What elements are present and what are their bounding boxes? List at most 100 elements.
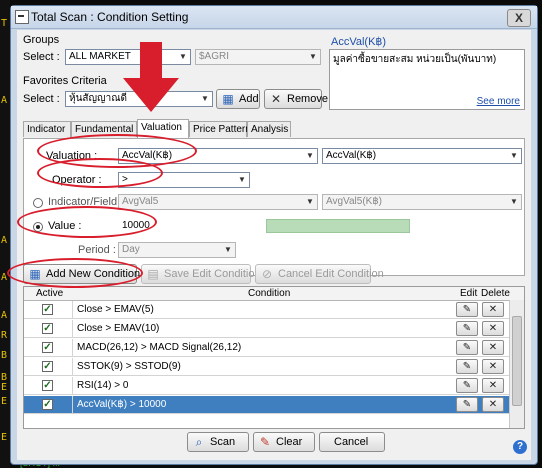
- market-select-value: ALL MARKET: [69, 51, 131, 62]
- indicator-field-value: AvgVal5: [122, 196, 159, 207]
- delete-x-icon[interactable]: ✕: [482, 397, 504, 412]
- chevron-down-icon: ▼: [306, 197, 314, 206]
- window-title: Total Scan : Condition Setting: [31, 10, 189, 24]
- condition-setting-window: Total Scan : Condition Setting X Groups …: [7, 5, 538, 465]
- conditions-grid: Active Condition Edit Delete ✓ Close > EM…: [23, 286, 525, 429]
- active-checkbox[interactable]: ✓: [42, 380, 53, 391]
- edit-pencil-icon[interactable]: ✎: [456, 359, 478, 374]
- background-letter: T: [1, 18, 8, 29]
- grid-header: Active Condition Edit Delete: [24, 287, 524, 301]
- operator-label: Operator :: [52, 174, 102, 186]
- add-favorite-button[interactable]: ▦ Add: [216, 89, 260, 109]
- app-icon: [15, 10, 29, 24]
- close-button[interactable]: X: [507, 9, 531, 27]
- background-letter: B: [1, 350, 8, 361]
- cancel-edit-condition-button[interactable]: ⊘ Cancel Edit Condition: [255, 264, 384, 284]
- edit-pencil-icon[interactable]: ✎: [456, 302, 478, 317]
- table-row[interactable]: ✓ MACD(26,12) > MACD Signal(26,12) ✎ ✕: [24, 339, 510, 357]
- active-checkbox[interactable]: ✓: [42, 342, 53, 353]
- info-panel: มูลค่าซื้อขายสะสม หน่วยเป็น(พันบาท) See …: [329, 49, 525, 110]
- cancel-icon: ⊘: [261, 267, 273, 281]
- tab-valuation[interactable]: Valuation: [137, 119, 189, 138]
- save-edit-condition-button[interactable]: ▤ Save Edit Condition: [141, 264, 261, 284]
- active-checkbox[interactable]: ✓: [42, 323, 53, 334]
- header-condition: Condition: [248, 288, 291, 299]
- cell-divider: [72, 320, 73, 338]
- groups-select-label: Select :: [23, 51, 60, 63]
- valuation-compare-select[interactable]: AccVal(K฿) ▼: [322, 148, 522, 164]
- delete-x-icon[interactable]: ✕: [482, 378, 504, 393]
- edit-pencil-icon[interactable]: ✎: [456, 397, 478, 412]
- chevron-down-icon: ▼: [510, 151, 518, 160]
- period-select-value: Day: [122, 244, 140, 255]
- background-letter: A: [1, 272, 8, 283]
- condition-text: AccVal(K฿) > 10000: [77, 399, 167, 410]
- edit-pencil-icon[interactable]: ✎: [456, 378, 478, 393]
- background-letter: A: [1, 310, 8, 321]
- indicator-compare-value: AvgVal5(K฿): [326, 196, 383, 207]
- tab-analysis[interactable]: Analysis: [247, 121, 291, 137]
- remove-favorite-button[interactable]: ✕ Remove: [264, 89, 328, 109]
- delete-x-icon[interactable]: ✕: [482, 321, 504, 336]
- condition-text: Close > EMAV(5): [77, 304, 154, 315]
- cancel-label: Cancel: [334, 436, 369, 448]
- active-checkbox[interactable]: ✓: [42, 304, 53, 315]
- delete-x-icon[interactable]: ✕: [482, 302, 504, 317]
- valuation-label: Valuation :: [46, 150, 98, 162]
- indicator-compare-select[interactable]: AvgVal5(K฿) ▼: [322, 194, 522, 210]
- operator-select[interactable]: > ▼: [118, 172, 250, 188]
- condition-text: SSTOK(9) > SSTOD(9): [77, 361, 181, 372]
- table-row[interactable]: ✓ SSTOK(9) > SSTOD(9) ✎ ✕: [24, 358, 510, 376]
- valuation-select[interactable]: AccVal(K฿) ▼: [118, 148, 318, 164]
- clear-button[interactable]: ✎ Clear: [253, 432, 315, 452]
- chevron-down-icon: ▼: [306, 151, 314, 160]
- condition-text: MACD(26,12) > MACD Signal(26,12): [77, 342, 242, 353]
- delete-x-icon[interactable]: ✕: [482, 359, 504, 374]
- add-new-condition-button[interactable]: ▦ Add New Condition: [23, 264, 141, 284]
- tab-fundamental[interactable]: Fundamental: [71, 121, 137, 137]
- edit-pencil-icon[interactable]: ✎: [456, 340, 478, 355]
- tab-indicator[interactable]: Indicator: [23, 121, 71, 137]
- add-condition-icon: ▦: [29, 267, 41, 281]
- indicator-field-radio[interactable]: [33, 198, 43, 208]
- background-letter: E: [1, 396, 8, 407]
- value-radio[interactable]: [33, 222, 43, 232]
- sub-group-select[interactable]: $AGRI ▼: [195, 49, 321, 65]
- remove-icon: ✕: [270, 92, 282, 106]
- value-label: Value :: [48, 220, 82, 232]
- chevron-down-icon: ▼: [224, 245, 232, 254]
- add-favorite-label: Add: [239, 93, 259, 105]
- scrollbar-thumb[interactable]: [512, 316, 522, 406]
- header-edit: Edit: [460, 288, 478, 299]
- table-row[interactable]: ✓ RSI(14) > 0 ✎ ✕: [24, 377, 510, 395]
- table-row[interactable]: ✓ Close > EMAV(5) ✎ ✕: [24, 301, 510, 319]
- see-more-link[interactable]: See more: [477, 96, 520, 107]
- indicator-field-select[interactable]: AvgVal5 ▼: [118, 194, 318, 210]
- period-select[interactable]: Day ▼: [118, 242, 236, 258]
- grid-scrollbar[interactable]: [509, 300, 524, 428]
- cancel-button[interactable]: Cancel: [319, 432, 385, 452]
- valuation-compare-value: AccVal(K฿): [326, 150, 377, 161]
- scan-button[interactable]: ⌕ Scan: [187, 432, 249, 452]
- tab-price-pattern[interactable]: Price Pattern: [189, 121, 251, 137]
- save-icon: ▤: [147, 267, 159, 281]
- valuation-panel: Valuation : AccVal(K฿) ▼ AccVal(K฿) ▼ Op…: [23, 138, 525, 276]
- cell-divider: [72, 301, 73, 319]
- table-row[interactable]: ✓ Close > EMAV(10) ✎ ✕: [24, 320, 510, 338]
- chevron-down-icon: ▼: [238, 175, 246, 184]
- title-bar: Total Scan : Condition Setting X: [11, 6, 537, 29]
- edit-pencil-icon[interactable]: ✎: [456, 321, 478, 336]
- table-row[interactable]: ✓ AccVal(K฿) > 10000 ✎ ✕: [24, 396, 510, 414]
- active-checkbox[interactable]: ✓: [42, 399, 53, 410]
- info-title: AccVal(K฿): [331, 36, 387, 48]
- add-new-condition-label: Add New Condition: [46, 268, 141, 280]
- active-checkbox[interactable]: ✓: [42, 361, 53, 372]
- condition-text: Close > EMAV(10): [77, 323, 160, 334]
- favorites-select-label: Select :: [23, 93, 60, 105]
- cancel-edit-condition-label: Cancel Edit Condition: [278, 268, 384, 280]
- value-input[interactable]: 10000: [118, 218, 260, 234]
- delete-x-icon[interactable]: ✕: [482, 340, 504, 355]
- sub-group-select-value: $AGRI: [199, 51, 230, 62]
- help-icon[interactable]: ?: [513, 440, 527, 454]
- remove-favorite-label: Remove: [287, 93, 328, 105]
